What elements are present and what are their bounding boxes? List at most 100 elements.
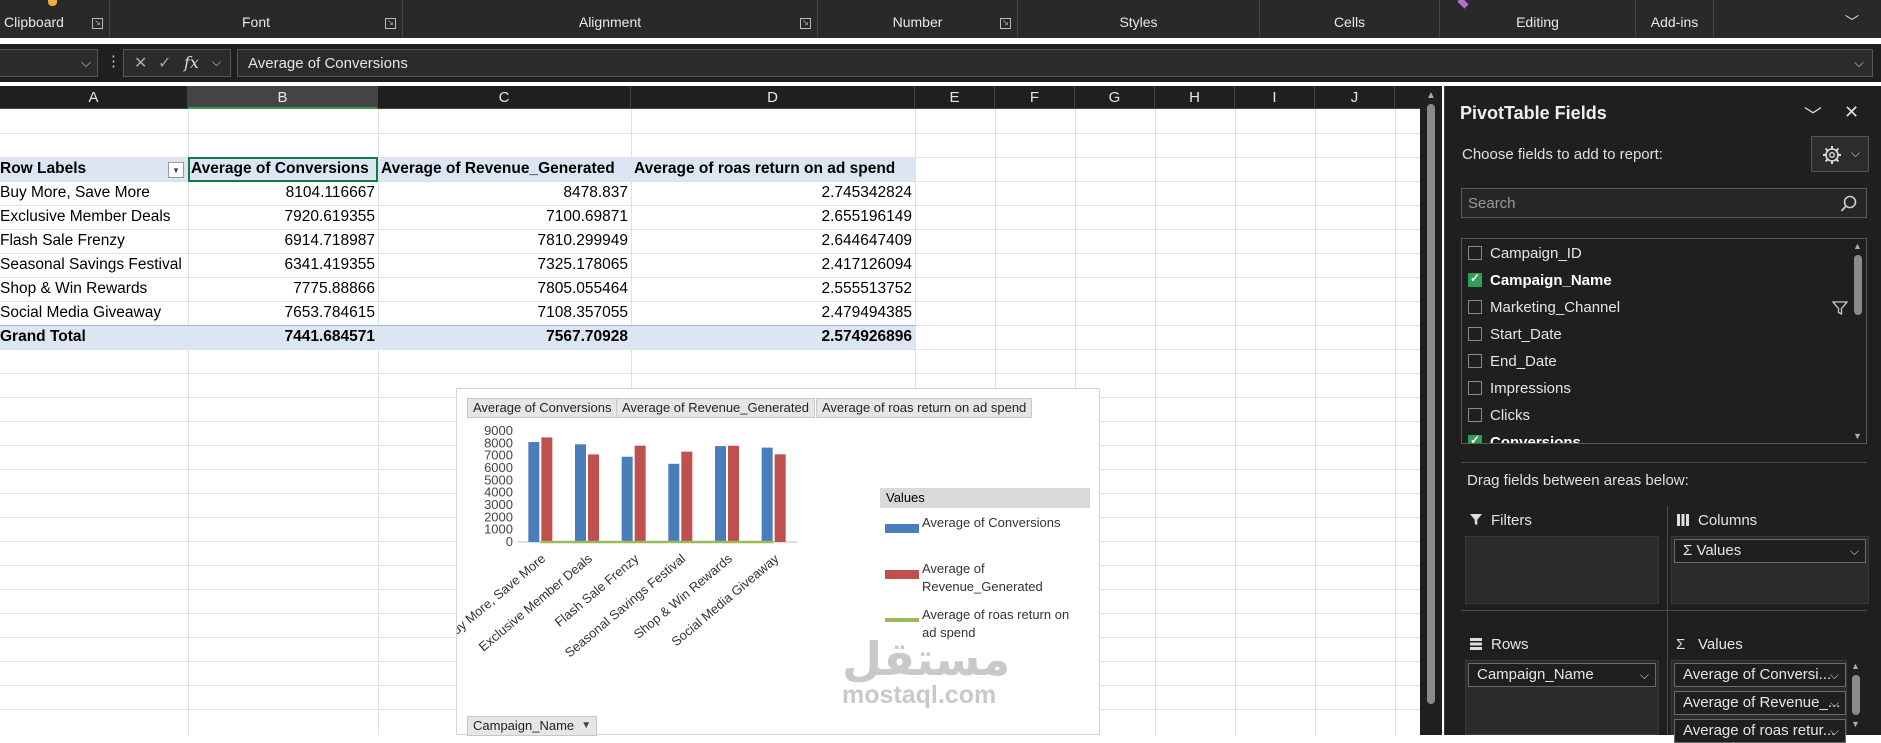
values-pill-revenue[interactable]: Average of Revenue_... ⌵ bbox=[1674, 691, 1846, 715]
pivot-cell-roas[interactable]: 2.745342824 bbox=[631, 181, 915, 205]
scroll-thumb[interactable] bbox=[1854, 255, 1862, 315]
column-header-i[interactable]: I bbox=[1235, 86, 1315, 109]
chart-axis-field-button[interactable]: Campaign_Name ▼ bbox=[467, 716, 597, 736]
ribbon-group-number[interactable]: Number ↘ bbox=[818, 0, 1018, 38]
field-item-impressions[interactable]: Impressions bbox=[1462, 378, 1842, 402]
filters-drop-area[interactable] bbox=[1465, 536, 1659, 604]
enter-icon[interactable]: ✓ bbox=[158, 53, 171, 73]
chevron-down-icon[interactable]: ⌵ bbox=[212, 55, 221, 70]
columns-drop-area[interactable]: Σ Values ⌵ bbox=[1671, 536, 1869, 604]
row-labels-filter-icon[interactable]: ▾ bbox=[168, 162, 184, 178]
pivot-grand-total-label[interactable]: Grand Total bbox=[0, 325, 188, 349]
pivot-cell-revenue[interactable]: 7108.357055 bbox=[378, 301, 631, 325]
dialog-launcher-icon[interactable]: ↘ bbox=[1000, 18, 1011, 29]
pivot-cell-conversions[interactable]: 6341.419355 bbox=[188, 253, 378, 277]
pivot-cell-revenue[interactable]: 7805.055464 bbox=[378, 277, 631, 301]
field-checkbox[interactable] bbox=[1468, 300, 1482, 314]
column-header-j[interactable]: J bbox=[1315, 86, 1395, 109]
field-item-clicks[interactable]: Clicks bbox=[1462, 405, 1842, 429]
pivot-cell-roas[interactable]: 2.417126094 bbox=[631, 253, 915, 277]
formula-input[interactable]: Average of Conversions ⌵ bbox=[237, 49, 1873, 77]
pivot-cell-revenue[interactable]: 7325.178065 bbox=[378, 253, 631, 277]
chevron-down-icon[interactable]: ⌵ bbox=[1830, 664, 1839, 686]
pivot-cell-conversions[interactable]: 8104.116667 bbox=[188, 181, 378, 205]
rows-campaign-name-pill[interactable]: Campaign_Name ⌵ bbox=[1468, 663, 1656, 687]
values-drop-area[interactable]: Average of Conversi... ⌵ Average of Reve… bbox=[1671, 660, 1847, 735]
chevron-down-icon[interactable]: ⌵ bbox=[1830, 720, 1839, 742]
field-item-marketing-channel[interactable]: Marketing_Channel bbox=[1462, 297, 1842, 321]
field-checkbox[interactable] bbox=[1468, 381, 1482, 395]
pivot-cell-revenue[interactable]: 7810.299949 bbox=[378, 229, 631, 253]
name-box[interactable]: ⌵ bbox=[0, 49, 98, 77]
ribbon-group-clipboard[interactable]: Clipboard ↘ bbox=[0, 0, 110, 38]
search-icon[interactable] bbox=[1840, 195, 1858, 213]
ribbon-group-font[interactable]: Font ↘ bbox=[110, 0, 403, 38]
pivot-header-roas[interactable]: Average of roas return on ad spend bbox=[634, 157, 914, 181]
pivot-row-label[interactable]: Seasonal Savings Festival bbox=[0, 253, 188, 277]
scroll-up-icon[interactable]: ▲ bbox=[1426, 90, 1436, 101]
ribbon-group-editing[interactable]: Editing bbox=[1440, 0, 1636, 38]
rows-drop-area[interactable]: Campaign_Name ⌵ bbox=[1465, 660, 1659, 735]
field-checkbox[interactable] bbox=[1468, 246, 1482, 260]
pivot-cell-roas[interactable]: 2.555513752 bbox=[631, 277, 915, 301]
collapse-ribbon-chevron-icon[interactable]: ﹀ bbox=[1845, 12, 1859, 32]
dialog-launcher-icon[interactable]: ↘ bbox=[800, 18, 811, 29]
ribbon-group-alignment[interactable]: Alignment ↘ bbox=[403, 0, 818, 38]
field-checkbox[interactable] bbox=[1468, 408, 1482, 422]
pivot-cell-roas[interactable]: 2.644647409 bbox=[631, 229, 915, 253]
scroll-down-icon[interactable]: ▼ bbox=[1851, 719, 1860, 729]
pivot-cell-revenue[interactable]: 7100.69871 bbox=[378, 205, 631, 229]
pivot-cell-revenue[interactable]: 8478.837 bbox=[378, 181, 631, 205]
filter-icon[interactable] bbox=[1832, 300, 1848, 316]
pivot-cell-conversions[interactable]: 7920.619355 bbox=[188, 205, 378, 229]
column-header-h[interactable]: H bbox=[1155, 86, 1235, 109]
scroll-thumb[interactable] bbox=[1852, 675, 1860, 715]
field-search-input[interactable] bbox=[1468, 193, 1828, 213]
pivot-row-label[interactable]: Social Media Giveaway bbox=[0, 301, 188, 325]
ribbon-group-styles[interactable]: Styles bbox=[1018, 0, 1260, 38]
column-header-e[interactable]: E bbox=[915, 86, 995, 109]
pivot-total-revenue[interactable]: 7567.70928 bbox=[378, 325, 631, 349]
columns-values-pill[interactable]: Σ Values ⌵ bbox=[1674, 539, 1866, 563]
column-header-d[interactable]: D bbox=[631, 86, 915, 109]
pivot-header-revenue[interactable]: Average of Revenue_Generated bbox=[381, 157, 631, 181]
pivot-total-conversions[interactable]: 7441.684571 bbox=[188, 325, 378, 349]
pivot-row-labels-header[interactable]: Row Labels bbox=[0, 157, 160, 181]
chart-plot[interactable]: 9000800070006000500040003000200010000Buy… bbox=[457, 389, 877, 709]
values-pill-conversions[interactable]: Average of Conversi... ⌵ bbox=[1674, 663, 1846, 687]
pivot-cell-conversions[interactable]: 6914.718987 bbox=[188, 229, 378, 253]
chevron-down-icon[interactable]: ⌵ bbox=[81, 55, 91, 71]
close-icon[interactable]: ✕ bbox=[1844, 102, 1859, 123]
field-checkbox[interactable] bbox=[1468, 354, 1482, 368]
scroll-up-icon[interactable]: ▲ bbox=[1851, 661, 1860, 671]
ribbon-group-cells[interactable]: Cells bbox=[1260, 0, 1440, 38]
insert-function-icon[interactable]: fx bbox=[184, 53, 199, 72]
scroll-thumb[interactable] bbox=[1427, 104, 1435, 704]
field-item-end-date[interactable]: End_Date bbox=[1462, 351, 1842, 375]
scroll-up-icon[interactable]: ▲ bbox=[1853, 241, 1862, 251]
expand-formula-bar-icon[interactable]: ⌵ bbox=[1854, 55, 1864, 71]
pivot-row-label[interactable]: Buy More, Save More bbox=[0, 181, 188, 205]
column-header-f[interactable]: F bbox=[995, 86, 1075, 109]
field-checkbox-checked[interactable] bbox=[1468, 435, 1482, 444]
column-header-b[interactable]: B bbox=[188, 86, 378, 109]
field-checkbox-checked[interactable] bbox=[1468, 273, 1482, 287]
pivot-row-label[interactable]: Flash Sale Frenzy bbox=[0, 229, 188, 253]
field-item-conversions[interactable]: Conversions bbox=[1462, 432, 1842, 444]
column-header-a[interactable]: A bbox=[0, 86, 188, 109]
cancel-icon[interactable]: ✕ bbox=[134, 53, 147, 73]
scroll-down-icon[interactable]: ▼ bbox=[1853, 431, 1862, 441]
column-header-g[interactable]: G bbox=[1075, 86, 1155, 109]
dialog-launcher-icon[interactable]: ↘ bbox=[385, 18, 396, 29]
dialog-launcher-icon[interactable]: ↘ bbox=[92, 18, 103, 29]
sheet-vertical-scrollbar[interactable]: ▲ bbox=[1420, 86, 1442, 735]
pane-options-chevron-icon[interactable]: ﹀ bbox=[1804, 102, 1822, 128]
pivot-cell-conversions[interactable]: 7775.88866 bbox=[188, 277, 378, 301]
field-item-campaign-id[interactable]: Campaign_ID bbox=[1462, 243, 1842, 267]
pivot-cell-roas[interactable]: 2.479494385 bbox=[631, 301, 915, 325]
pivot-cell-roas[interactable]: 2.655196149 bbox=[631, 205, 915, 229]
chevron-down-icon[interactable]: ⌵ bbox=[1850, 540, 1859, 562]
pivot-row-label[interactable]: Shop & Win Rewards bbox=[0, 277, 188, 301]
values-area-scrollbar[interactable]: ▲ ▼ bbox=[1848, 661, 1864, 735]
ribbon-group-addins[interactable]: Add-ins bbox=[1636, 0, 1714, 38]
